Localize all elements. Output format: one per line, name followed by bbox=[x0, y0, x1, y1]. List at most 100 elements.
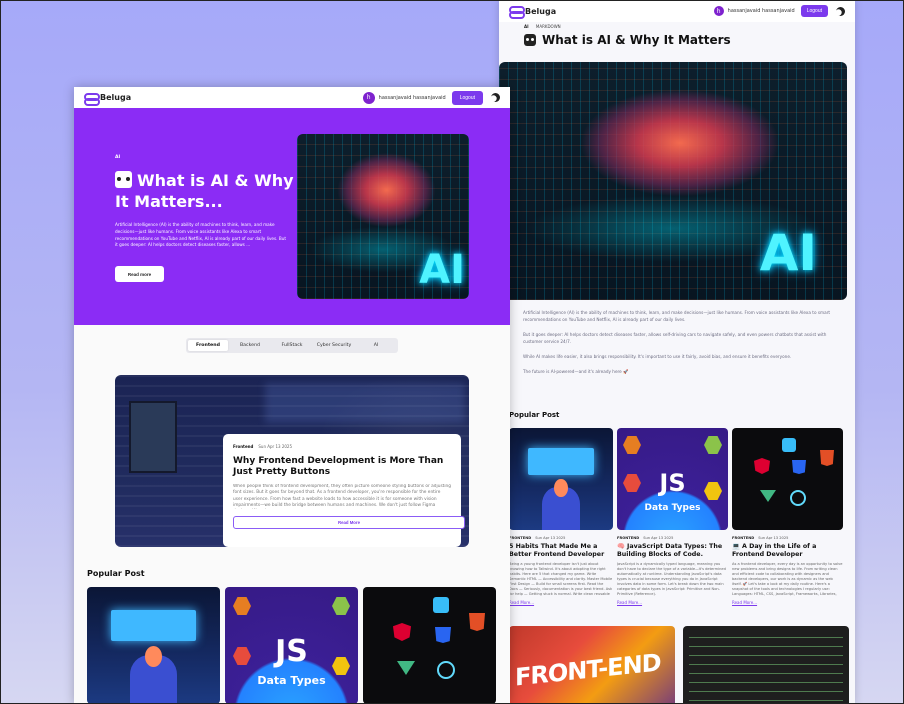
brand-logo[interactable]: Beluga bbox=[509, 6, 557, 19]
css-logo-icon bbox=[435, 627, 451, 643]
card-category: Frontend bbox=[233, 444, 254, 449]
html5-logo-icon bbox=[469, 613, 485, 631]
card-meta: FRONTEND Sun Apr 13 2025 bbox=[732, 536, 843, 540]
tailwind-logo-icon bbox=[433, 597, 449, 613]
ai-glyph: AI bbox=[759, 224, 817, 282]
logout-button[interactable]: Logout bbox=[451, 90, 483, 105]
developer-figure bbox=[542, 479, 580, 530]
card-category: FRONTEND bbox=[509, 536, 532, 540]
card-title[interactable]: 🧠 JavaScript Data Types: The Building Bl… bbox=[617, 543, 728, 559]
post-title: What is AI & Why It Matters bbox=[524, 33, 731, 47]
post-category[interactable]: AI bbox=[524, 24, 529, 29]
card-meta: Frontend Sun Apr 13 2025 bbox=[233, 444, 451, 449]
popular-post-grid: JS Data Types bbox=[87, 587, 497, 704]
hero-title[interactable]: What is AI & Why It Matters... bbox=[115, 170, 295, 212]
card-image[interactable] bbox=[87, 587, 220, 704]
featured-post: Frontend Sun Apr 13 2025 Why Frontend Dev… bbox=[115, 375, 469, 547]
dark-mode-moon-icon[interactable] bbox=[836, 7, 845, 16]
post-card[interactable]: FRONTEND Sun Apr 13 2025 💻 A Day in the L… bbox=[732, 428, 843, 605]
brand-logo[interactable]: Beluga bbox=[84, 92, 131, 106]
tab-frontend[interactable]: Frontend bbox=[188, 340, 228, 351]
card-image[interactable] bbox=[732, 428, 843, 530]
post-card[interactable]: JS Data Types FRONTEND Sun Apr 13 2025 🧠 … bbox=[617, 428, 728, 605]
username: hassanjavaid hassanjavaid bbox=[727, 8, 795, 14]
beluga-logo-icon bbox=[509, 6, 525, 19]
robot-emoji-icon bbox=[524, 34, 536, 46]
card-excerpt: Being a young frontend developer isn't j… bbox=[509, 562, 613, 596]
hero-category: AI bbox=[115, 155, 121, 160]
react-logo-icon bbox=[437, 661, 455, 679]
hex-badge-icon bbox=[704, 436, 722, 454]
vue-logo-icon bbox=[397, 661, 415, 675]
read-more-link[interactable]: Read More... bbox=[617, 600, 728, 605]
post-category-line: AI MARKDOWN bbox=[524, 24, 561, 29]
card-date: Sun Apr 13 2025 bbox=[535, 536, 566, 540]
post-title-text: What is AI & Why It Matters bbox=[542, 33, 731, 47]
navbar: Beluga h hassanjavaid hassanjavaid Logou… bbox=[499, 0, 855, 22]
card-image[interactable] bbox=[363, 587, 496, 704]
read-more-link[interactable]: Read More... bbox=[509, 600, 613, 605]
hex-badge-icon bbox=[233, 597, 251, 615]
data-types-text: Data Types bbox=[644, 503, 701, 514]
post-crumb: MARKDOWN bbox=[535, 24, 561, 29]
post-card[interactable]: FRONTEND Sun Apr 13 2025 5 Habits That Ma… bbox=[509, 428, 613, 605]
react-logo-icon bbox=[790, 490, 806, 506]
category-tabs: Frontend Backend FullStack Cyber Securit… bbox=[186, 338, 398, 353]
card-image[interactable]: FRONT-END bbox=[509, 626, 675, 704]
card-date: Sun Apr 13 2025 bbox=[258, 444, 293, 449]
post-detail-window: Beluga h hassanjavaid hassanjavaid Logou… bbox=[499, 0, 855, 704]
monitor-shape bbox=[110, 610, 197, 641]
card-date: Sun Apr 13 2025 bbox=[643, 536, 674, 540]
tab-ai[interactable]: AI bbox=[356, 340, 396, 351]
background-glow bbox=[265, 383, 465, 423]
card-category: FRONTEND bbox=[732, 536, 755, 540]
hero-excerpt: Artificial Intelligence (AI) is the abil… bbox=[115, 222, 287, 248]
brand-name: Beluga bbox=[525, 6, 557, 16]
card-excerpt: As a frontend developer, every day is an… bbox=[732, 562, 843, 596]
card-title[interactable]: 💻 A Day in the Life of a Frontend Develo… bbox=[732, 543, 843, 559]
popular-post-grid: FRONTEND Sun Apr 13 2025 5 Habits That Ma… bbox=[509, 428, 844, 605]
vue-logo-icon bbox=[760, 490, 776, 502]
hex-badge-icon bbox=[623, 436, 641, 454]
hero-title-text: What is AI & Why It Matters... bbox=[115, 171, 294, 211]
card-image[interactable]: JS Data Types bbox=[617, 428, 728, 530]
tab-backend[interactable]: Backend bbox=[230, 340, 270, 351]
read-more-link[interactable]: Read More... bbox=[732, 600, 843, 605]
popular-post-heading: Popular Post bbox=[87, 569, 145, 578]
ai-glyph: AI bbox=[419, 247, 465, 293]
hex-badge-icon bbox=[332, 597, 350, 615]
code-lines bbox=[689, 632, 843, 704]
html5-logo-icon bbox=[820, 450, 834, 466]
tab-fullstack[interactable]: FullStack bbox=[272, 340, 312, 351]
read-more-button[interactable]: Read More bbox=[233, 516, 465, 529]
post-paragraph: The future is AI-powered—and it's alread… bbox=[523, 369, 629, 374]
monitor-shape bbox=[527, 448, 595, 475]
card-image[interactable] bbox=[683, 626, 849, 704]
featured-post-card[interactable]: Frontend Sun Apr 13 2025 Why Frontend Dev… bbox=[223, 434, 465, 547]
front-end-text: FRONT-END bbox=[515, 648, 661, 692]
tab-cyber-security[interactable]: Cyber Security bbox=[314, 340, 354, 351]
card-title[interactable]: 5 Habits That Made Me a Better Frontend … bbox=[509, 543, 613, 559]
post-body: Artificial Intelligence (AI) is the abil… bbox=[523, 309, 833, 383]
card-category: FRONTEND bbox=[617, 536, 640, 540]
js-logo-text: JS bbox=[275, 633, 308, 669]
js-logo-text: JS bbox=[659, 468, 686, 497]
logout-button[interactable]: Logout bbox=[800, 5, 828, 17]
avatar[interactable]: h bbox=[362, 91, 375, 104]
card-date: Sun Apr 13 2025 bbox=[758, 536, 789, 540]
tailwind-logo-icon bbox=[782, 438, 796, 452]
avatar[interactable]: h bbox=[713, 6, 724, 16]
developer-figure bbox=[129, 646, 178, 704]
dark-mode-moon-icon[interactable] bbox=[491, 93, 500, 102]
featured-title[interactable]: Why Frontend Development is More Than Ju… bbox=[233, 456, 451, 478]
post-paragraph: Artificial Intelligence (AI) is the abil… bbox=[523, 310, 831, 322]
card-image[interactable]: JS Data Types bbox=[225, 587, 358, 704]
card-image[interactable] bbox=[509, 428, 613, 530]
read-more-button[interactable]: Read more bbox=[115, 266, 164, 282]
popular-post-heading: Popular Post bbox=[509, 411, 560, 419]
more-post-grid: FRONT-END bbox=[509, 626, 849, 704]
hero-banner: AI What is AI & Why It Matters... Artifi… bbox=[74, 108, 510, 325]
username: hassanjavaid hassanjavaid bbox=[378, 94, 446, 101]
card-excerpt: JavaScript is a dynamically typed langua… bbox=[617, 562, 726, 596]
post-hero-image: AI bbox=[499, 62, 847, 300]
